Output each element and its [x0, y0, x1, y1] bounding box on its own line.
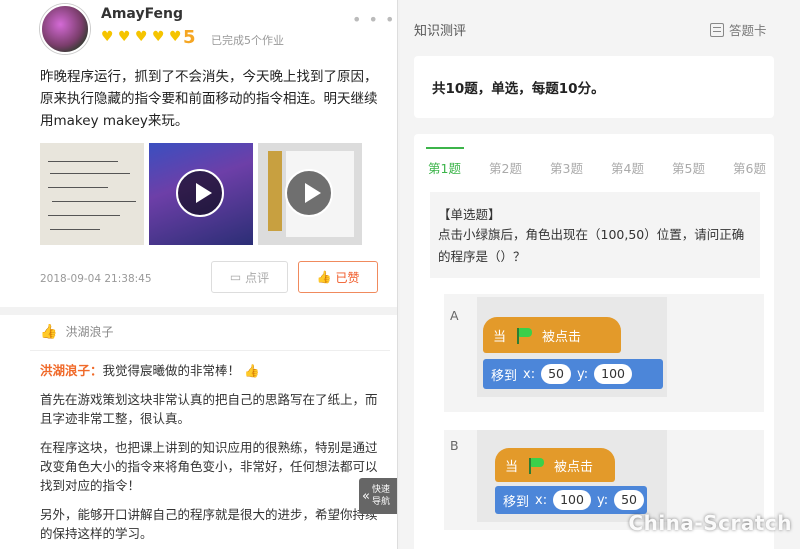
when-flag-clicked-block: 当 被点击	[483, 317, 621, 353]
homework-post-panel: AmayFeng ♥ ♥ ♥ ♥ ♥ 5 已完成5个作业 • • • 昨晚程序运…	[0, 0, 398, 549]
question-box: 【单选题】 点击小绿旗后，角色出现在（100,50）位置，请问正确的程序是（）？	[430, 192, 760, 278]
liker-name[interactable]: 洪湖浪子	[65, 323, 113, 340]
rating-score: 5	[183, 27, 196, 48]
quiz-summary-text: 共10题，单选，每题10分。	[432, 81, 605, 97]
star-icon: ♥	[169, 29, 182, 45]
green-flag-icon	[528, 458, 545, 474]
question-type: 【单选题】	[438, 207, 501, 222]
comment-icon: ▭	[229, 270, 242, 284]
like-button[interactable]: 👍 已赞	[298, 261, 378, 293]
comment-paragraph: 另外，能够开口讲解自己的程序就是很大的进步，希望你持续的保持这样的学习。	[40, 507, 378, 541]
y-value: 100	[594, 364, 632, 384]
tab-question-5[interactable]: 第5题	[658, 134, 719, 184]
tab-question-2[interactable]: 第2题	[475, 134, 536, 184]
video-thumbnail[interactable]	[258, 143, 362, 245]
paper-plan-image[interactable]	[40, 143, 144, 245]
username[interactable]: AmayFeng	[101, 6, 183, 22]
section-divider	[0, 307, 397, 315]
thumbs-up-icon: 👍	[40, 323, 58, 340]
watermark: China-Scratch	[628, 511, 792, 535]
divider	[30, 350, 390, 351]
scratch-code-image: 当 被点击 移到 x: 100 y: 50	[477, 430, 667, 522]
star-icon: ♥	[101, 29, 114, 45]
comment-author[interactable]: 洪湖浪子：	[40, 363, 103, 378]
tab-question-1[interactable]: 第1题	[414, 134, 475, 184]
when-flag-clicked-block: 当 被点击	[495, 448, 615, 482]
thumbs-up-emoji-icon: 👍	[244, 363, 260, 378]
quiz-summary: 共10题，单选，每题10分。	[414, 56, 774, 118]
comment-button[interactable]: ▭ 点评	[211, 261, 288, 293]
answer-card-label: 答题卡	[729, 23, 767, 38]
quiz-panel: 知识测评 答题卡 共10题，单选，每题10分。 第1题 第2题 第3题 第4题 …	[400, 0, 800, 549]
like-label: 已赞	[335, 270, 360, 285]
likers-row: 👍 洪湖浪子	[40, 323, 113, 340]
comment-label: 点评	[245, 270, 270, 285]
play-icon[interactable]	[285, 169, 333, 217]
option-letter: A	[450, 308, 459, 323]
comment-paragraph: 在程序这块，也把课上讲到的知识应用的很熟练，特别是通过改变角色大小的指令来将角色…	[40, 440, 378, 493]
go-to-xy-block: 移到 x: 50 y: 100	[483, 359, 663, 389]
tab-question-3[interactable]: 第3题	[536, 134, 597, 184]
tab-question-4[interactable]: 第4题	[597, 134, 658, 184]
page-title: 知识测评	[414, 24, 467, 39]
x-value: 100	[553, 490, 591, 510]
go-to-xy-block: 移到 x: 100 y: 50	[495, 486, 647, 514]
more-icon[interactable]: • • •	[352, 10, 395, 29]
green-flag-icon	[516, 328, 533, 344]
star-icon: ♥	[152, 29, 165, 45]
avatar[interactable]	[40, 4, 90, 54]
question-tabs: 第1题 第2题 第3题 第4题 第5题 第6题	[414, 134, 774, 184]
quiz-header: 知识测评 答题卡	[400, 0, 800, 44]
comment-first-line: 我觉得宸曦做的非常棒！	[102, 363, 241, 378]
thumbs-up-icon: 👍	[316, 270, 332, 284]
x-value: 50	[541, 364, 571, 384]
answer-card-button[interactable]: 答题卡	[710, 20, 767, 39]
option-letter: B	[450, 438, 459, 453]
post-timestamp: 2018-09-04 21:38:45	[40, 273, 152, 285]
play-icon[interactable]	[176, 169, 224, 217]
answer-card-icon	[710, 22, 724, 37]
post-text: 昨晚程序运行，抓到了不会消失，今天晚上找到了原因，原来执行隐藏的指令要和前面移动…	[40, 69, 378, 129]
comment-paragraph: 首先在游戏策划这块非常认真的把自己的思路写在了纸上，而且字迹非常工整，很认真。	[40, 392, 378, 426]
rating-stars: ♥ ♥ ♥ ♥ ♥	[101, 30, 184, 45]
teacher-comment: 洪湖浪子：我觉得宸曦做的非常棒！ 👍 首先在游戏策划这块非常认真的把自己的思路写…	[40, 361, 380, 549]
question-text: 点击小绿旗后，角色出现在（100,50）位置，请问正确的程序是（）？	[438, 227, 745, 264]
star-icon: ♥	[118, 29, 131, 45]
y-value: 50	[614, 490, 644, 510]
completed-count: 已完成5个作业	[211, 34, 284, 47]
video-thumbnail[interactable]	[149, 143, 253, 245]
chevron-left-icon: «	[362, 488, 370, 504]
scratch-code-image: 当 被点击 移到 x: 50 y: 100	[477, 297, 667, 397]
quick-nav-button[interactable]: « 快速 导航	[359, 478, 397, 514]
tab-question-6[interactable]: 第6题	[719, 134, 774, 184]
question-panel: 第1题 第2题 第3题 第4题 第5题 第6题 【单选题】 点击小绿旗后，角色出…	[414, 134, 774, 549]
star-icon: ♥	[135, 29, 148, 45]
